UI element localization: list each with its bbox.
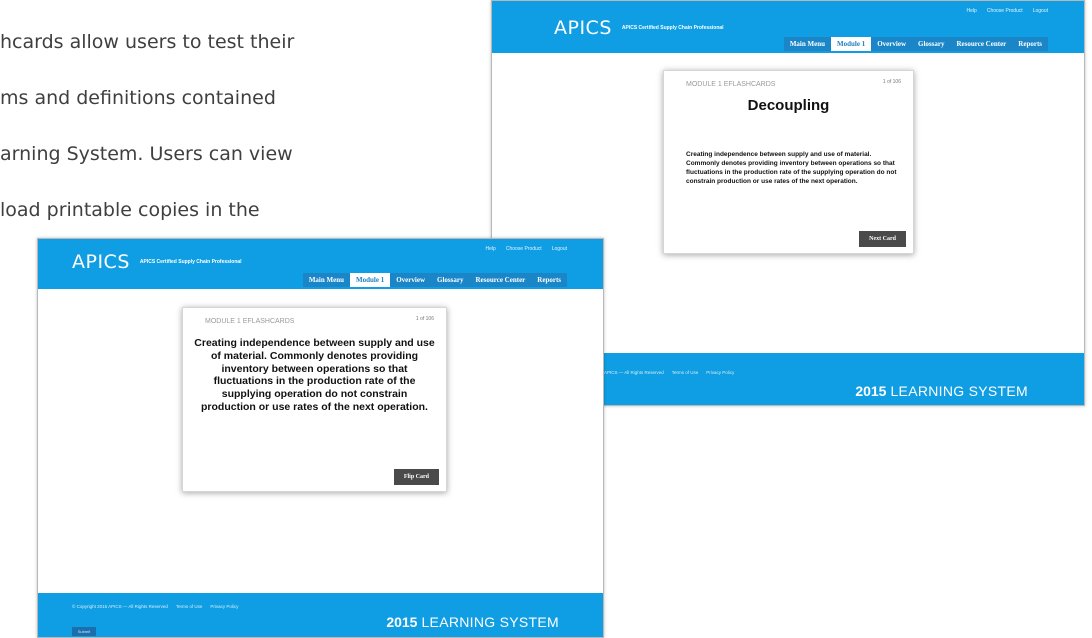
intro-line: hcards allow users to test their bbox=[0, 31, 295, 53]
site-footer: © Copyright 2015 APICS — All Rights Rese… bbox=[38, 593, 603, 637]
copyright-text: © Copyright 2015 APICS — All Rights Rese… bbox=[72, 604, 168, 609]
tab-reports[interactable]: Reports bbox=[531, 273, 567, 287]
tab-reports[interactable]: Reports bbox=[1012, 37, 1048, 51]
tab-glossary[interactable]: Glossary bbox=[912, 37, 951, 51]
site-header: APICS APICS Certified Supply Chain Profe… bbox=[38, 239, 603, 289]
utility-links: Help Choose Product Logout bbox=[486, 246, 567, 252]
tab-resource-center[interactable]: Resource Center bbox=[950, 37, 1013, 51]
learning-system-brand: 2015 LEARNING SYSTEM bbox=[386, 614, 559, 630]
logout-link[interactable]: Logout bbox=[552, 246, 567, 252]
card-counter: 1 of 106 bbox=[882, 79, 901, 85]
intro-line: arning System. Users can view bbox=[0, 143, 293, 165]
footer-submit-button[interactable]: Submit bbox=[72, 627, 96, 636]
card-counter: 1 of 106 bbox=[415, 316, 434, 322]
choose-product-link[interactable]: Choose Product bbox=[506, 246, 542, 252]
card-definition: Creating independence between supply and… bbox=[686, 151, 897, 185]
brand: APICS APICS Certified Supply Chain Profe… bbox=[554, 17, 724, 39]
flashcard: MODULE 1 EFLASHCARDS 1 of 106 Decoupling… bbox=[663, 70, 914, 254]
copyright-text: APICS — All Rights Reserved bbox=[604, 370, 664, 375]
learning-system-brand: 2015 LEARNING SYSTEM bbox=[855, 383, 1028, 399]
product-subtitle: APICS Certified Supply Chain Professiona… bbox=[621, 25, 724, 31]
terms-link[interactable]: Terms of Use bbox=[176, 604, 203, 609]
intro-line: ms and definitions contained bbox=[0, 87, 276, 109]
tab-glossary[interactable]: Glossary bbox=[431, 273, 470, 287]
next-card-button[interactable]: Next Card bbox=[859, 231, 906, 247]
tab-module-1[interactable]: Module 1 bbox=[350, 273, 391, 287]
intro-line: load printable copies in the bbox=[0, 199, 260, 221]
card-module-label: MODULE 1 EFLASHCARDS bbox=[686, 81, 776, 88]
tab-overview[interactable]: Overview bbox=[390, 273, 431, 287]
tab-module-1[interactable]: Module 1 bbox=[831, 37, 872, 51]
tab-resource-center[interactable]: Resource Center bbox=[469, 273, 532, 287]
privacy-link[interactable]: Privacy Policy bbox=[706, 370, 734, 375]
flip-card-button[interactable]: Flip Card bbox=[393, 469, 439, 485]
help-link[interactable]: Help bbox=[967, 8, 977, 14]
product-subtitle: APICS Certified Supply Chain Professiona… bbox=[139, 259, 242, 265]
tab-main-menu[interactable]: Main Menu bbox=[302, 273, 351, 287]
tab-overview[interactable]: Overview bbox=[871, 37, 912, 51]
brand: APICS APICS Certified Supply Chain Profe… bbox=[72, 251, 242, 273]
intro-text: hcards allow users to test their ms and … bbox=[0, 0, 380, 252]
logout-link[interactable]: Logout bbox=[1033, 8, 1048, 14]
footer-links: APICS — All Rights Reserved Terms of Use… bbox=[604, 370, 734, 375]
help-link[interactable]: Help bbox=[486, 246, 496, 252]
terms-link[interactable]: Terms of Use bbox=[672, 370, 699, 375]
footer-links: © Copyright 2015 APICS — All Rights Rese… bbox=[72, 604, 238, 609]
card-module-label: MODULE 1 EFLASHCARDS bbox=[205, 318, 295, 325]
choose-product-link[interactable]: Choose Product bbox=[987, 8, 1023, 14]
front-screenshot: APICS APICS Certified Supply Chain Profe… bbox=[37, 238, 604, 638]
apics-logo[interactable]: APICS bbox=[72, 251, 130, 273]
brand-year: 2015 bbox=[855, 383, 887, 399]
flashcard: MODULE 1 EFLASHCARDS 1 of 106 Creating i… bbox=[182, 307, 447, 492]
brand-year: 2015 bbox=[386, 614, 418, 630]
utility-links: Help Choose Product Logout bbox=[967, 8, 1048, 14]
main-nav: Main Menu Module 1 Overview Glossary Res… bbox=[783, 37, 1048, 51]
site-header: APICS APICS Certified Supply Chain Profe… bbox=[492, 1, 1084, 53]
brand-text: LEARNING SYSTEM bbox=[890, 383, 1028, 399]
main-nav: Main Menu Module 1 Overview Glossary Res… bbox=[302, 273, 567, 287]
card-term: Decoupling bbox=[747, 97, 830, 114]
privacy-link[interactable]: Privacy Policy bbox=[210, 604, 238, 609]
tab-main-menu[interactable]: Main Menu bbox=[783, 37, 832, 51]
apics-logo[interactable]: APICS bbox=[554, 17, 612, 39]
brand-text: LEARNING SYSTEM bbox=[421, 614, 559, 630]
card-definition: Creating independence between supply and… bbox=[194, 337, 435, 413]
